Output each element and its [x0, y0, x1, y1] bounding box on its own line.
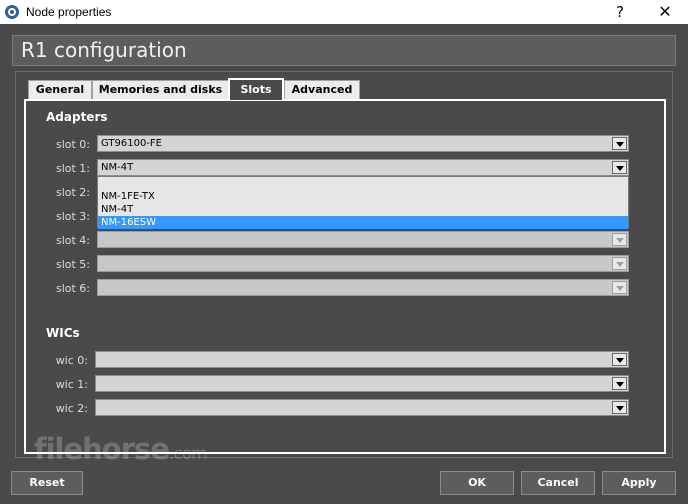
dropdown-option-nm-1fe-tx[interactable]: NM-1FE-TX	[98, 190, 628, 203]
tab-memories-and-disks[interactable]: Memories and disks	[92, 80, 229, 99]
slot-2-label: slot 2:	[55, 186, 90, 199]
tab-slots[interactable]: Slots	[228, 78, 284, 100]
help-button[interactable]: ?	[608, 1, 632, 23]
slot-6-label: slot 6:	[55, 282, 90, 295]
wic-2-select[interactable]	[95, 399, 629, 416]
ok-button[interactable]: OK	[440, 471, 514, 495]
wics-group-title: WICs	[46, 326, 80, 340]
adapters-group-title: Adapters	[46, 110, 108, 124]
dropdown-option-nm-4t[interactable]: NM-4T	[98, 203, 628, 216]
chevron-down-icon	[612, 233, 627, 246]
wic-2-label: wic 2:	[55, 402, 88, 415]
wic-0-label: wic 0:	[55, 354, 88, 367]
slot-5-label: slot 5:	[55, 258, 90, 271]
slot-3-label: slot 3:	[55, 210, 90, 223]
slot-5-select	[97, 255, 629, 272]
wic-1-label: wic 1:	[55, 378, 88, 391]
tab-advanced[interactable]: Advanced	[284, 80, 360, 99]
slot-1-label: slot 1:	[55, 162, 90, 175]
header-panel: R1 configuration	[12, 35, 676, 66]
slot-6-select	[97, 279, 629, 296]
filehorse-watermark: filehorse.com	[34, 432, 208, 466]
wic-0-select[interactable]	[95, 351, 629, 368]
chevron-down-icon[interactable]	[612, 137, 627, 150]
close-button[interactable]: ✕	[650, 1, 680, 23]
watermark-suffix: .com	[168, 444, 208, 464]
apply-button[interactable]: Apply	[602, 471, 676, 495]
tab-general[interactable]: General	[28, 80, 92, 99]
dropdown-option-empty[interactable]	[98, 177, 628, 190]
slot-0-value: GT96100-FE	[101, 138, 162, 149]
wic-1-select[interactable]	[95, 375, 629, 392]
page-title: R1 configuration	[21, 38, 187, 62]
slot-4-select	[97, 231, 629, 248]
window-title: Node properties	[26, 5, 112, 19]
gns3-app-icon	[5, 5, 19, 19]
cancel-button[interactable]: Cancel	[521, 471, 595, 495]
title-bar: Node properties ? ✕	[0, 0, 688, 24]
slot-1-value: NM-4T	[101, 162, 134, 173]
slot-1-select[interactable]: NM-4T	[97, 159, 629, 176]
chevron-down-icon[interactable]	[612, 377, 627, 390]
chevron-down-icon[interactable]	[612, 401, 627, 414]
watermark-text: filehorse	[34, 432, 170, 466]
slot-0-label: slot 0:	[55, 138, 90, 151]
slot-0-select[interactable]: GT96100-FE	[97, 135, 629, 152]
chevron-down-icon	[612, 281, 627, 294]
reset-button[interactable]: Reset	[11, 471, 83, 495]
slot-1-dropdown-list: NM-1FE-TX NM-4T NM-16ESW	[97, 176, 629, 229]
dropdown-option-nm-16esw[interactable]: NM-16ESW	[98, 216, 628, 229]
chevron-down-icon[interactable]	[612, 161, 627, 174]
slot-4-label: slot 4:	[55, 234, 90, 247]
chevron-down-icon	[612, 257, 627, 270]
chevron-down-icon[interactable]	[612, 353, 627, 366]
